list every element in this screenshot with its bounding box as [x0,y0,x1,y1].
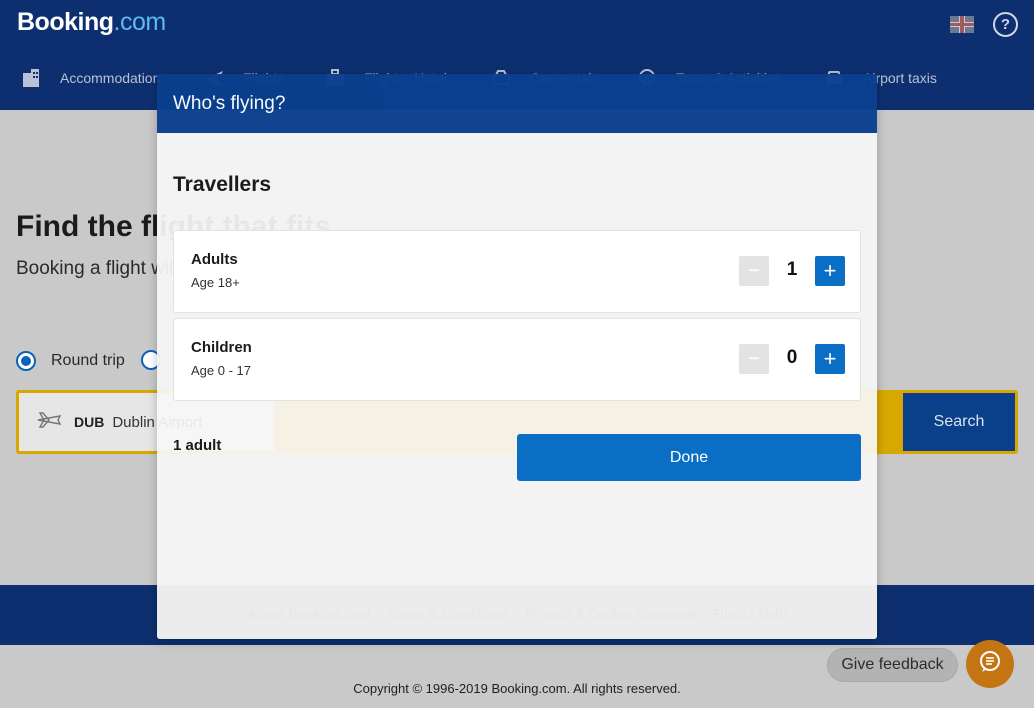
adults-label: Adults [191,251,238,268]
minus-icon: − [748,259,760,282]
booking-logo[interactable]: Booking.com [17,8,166,37]
modal-body: Travellers Adults Age 18+ − 1 + Children… [157,133,877,639]
footer-link-terms[interactable]: Terms & Conditions [387,606,510,621]
chat-button[interactable] [966,640,1014,688]
footer-links: About Booking.com Terms & Conditions Pri… [157,606,877,621]
round-trip-label: Round trip [51,352,125,369]
from-code: DUB [74,414,105,430]
children-plus-button[interactable]: + [815,344,845,374]
chat-icon [977,649,1003,680]
footer-link-help[interactable]: Flights Help [712,606,786,621]
children-count: 0 [786,347,798,368]
plus-icon: + [823,258,837,283]
travellers-heading: Travellers [173,173,272,196]
travellers-modal: Who's flying? Travellers Adults Age 18+ … [157,74,877,639]
give-feedback-button[interactable]: Give feedback [827,648,958,682]
search-button[interactable]: Search [903,393,1015,451]
footer-link-about[interactable]: About Booking.com [247,606,371,621]
modal-header: Who's flying? [157,74,877,133]
traveller-summary: 1 adult [173,437,222,454]
minus-icon: − [748,347,760,370]
round-trip-radio[interactable] [16,351,36,371]
plus-icon: + [823,346,837,371]
adults-plus-button[interactable]: + [815,256,845,286]
done-button[interactable]: Done [517,434,861,481]
copyright-text: Copyright © 1996-2019 Booking.com. All r… [353,681,681,696]
footer-link-privacy[interactable]: Privacy & Cookie statement [525,606,696,621]
uk-flag-icon[interactable] [950,16,974,33]
children-label: Children [191,339,252,356]
trip-round[interactable]: Round trip [16,350,125,372]
adults-minus-button[interactable]: − [739,256,769,286]
help-icon[interactable]: ? [993,12,1018,37]
modal-title: Who's flying? [173,93,286,114]
adults-age: Age 18+ [191,275,240,290]
adults-row: Adults Age 18+ − 1 + [173,230,861,313]
children-age: Age 0 - 17 [191,363,251,378]
building-icon [20,67,42,89]
plane-icon [36,411,62,434]
children-minus-button[interactable]: − [739,344,769,374]
adults-count: 1 [786,259,798,280]
nav-label: Accommodation [60,70,161,86]
children-row: Children Age 0 - 17 − 0 + [173,318,861,401]
nav-accommodation[interactable]: Accommodation [20,60,160,96]
